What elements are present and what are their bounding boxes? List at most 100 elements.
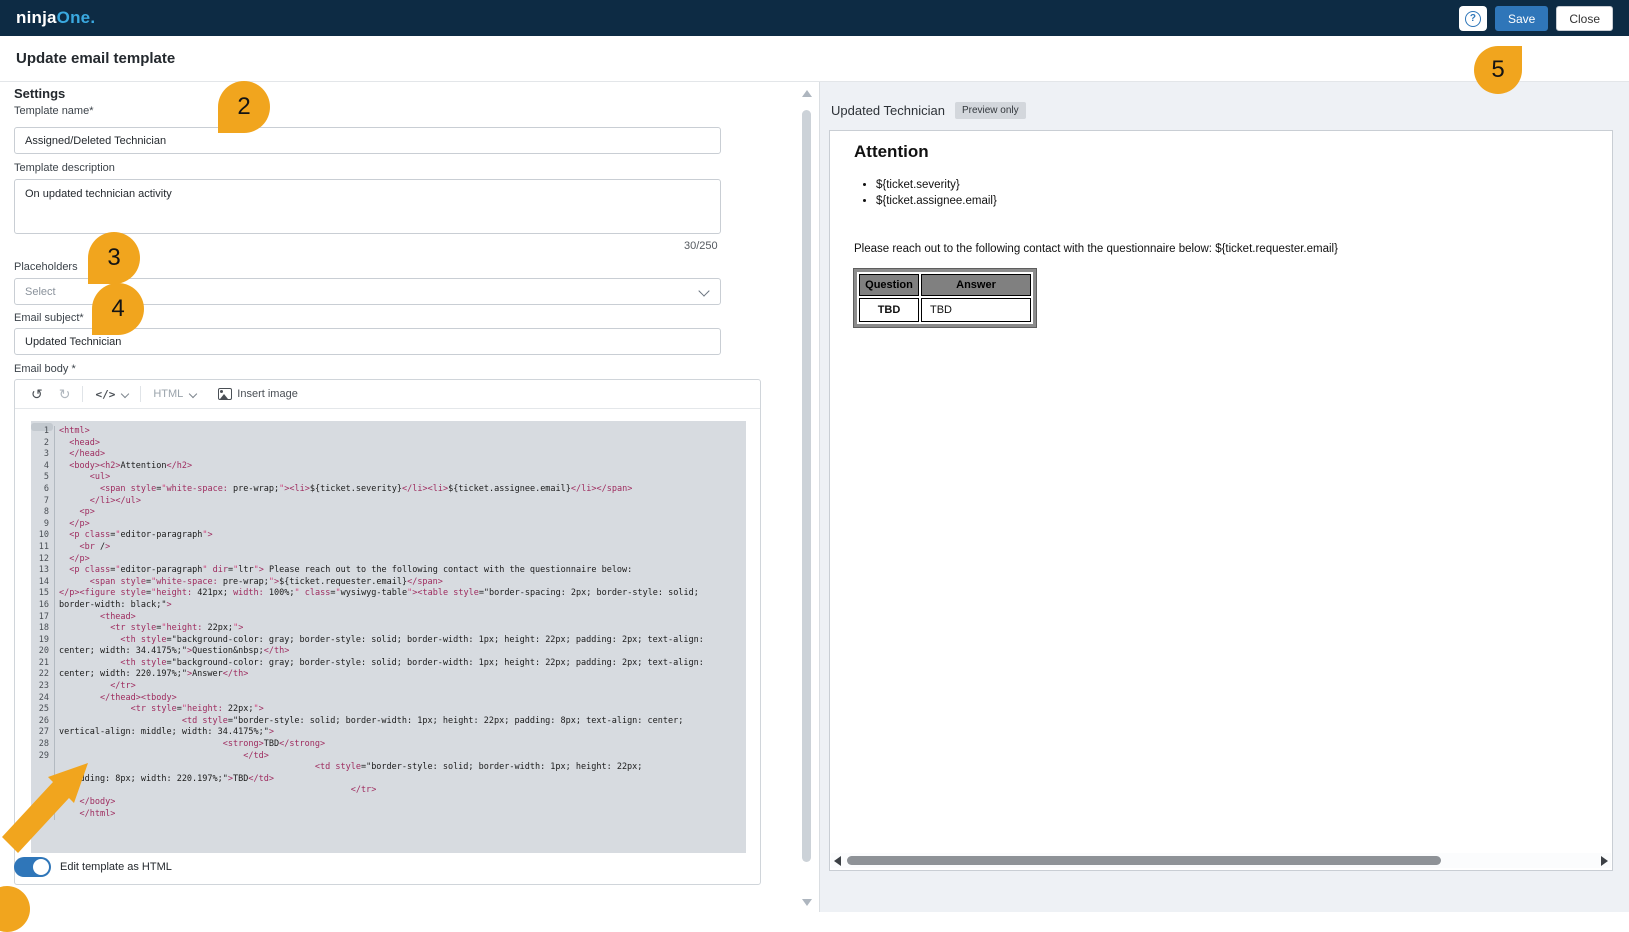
- insert-image-label: Insert image: [237, 388, 298, 400]
- code-line: 26 <td style="border-style: solid; borde…: [31, 716, 746, 728]
- preview-only-badge: Preview only: [955, 102, 1026, 119]
- code-line: 4 <body><h2>Attention</h2>: [31, 461, 746, 473]
- code-view-dropdown[interactable]: </>: [87, 388, 136, 401]
- code-line: 6 <span style="white-space: pre-wrap;"><…: [31, 484, 746, 496]
- code-line: 22center; width: 220.197%;">Answer</th>: [31, 669, 746, 681]
- callout-number: 3: [107, 244, 120, 272]
- toolbar-divider: [140, 386, 141, 402]
- email-body-label: Email body *: [14, 363, 76, 375]
- chevron-down-icon: [698, 285, 709, 296]
- template-name-input[interactable]: Assigned/Deleted Technician: [14, 127, 721, 154]
- preview-panel: Updated Technician Preview only Attentio…: [819, 82, 1629, 912]
- code-line: 24 </thead><tbody>: [31, 693, 746, 705]
- undo-icon: ↺: [31, 387, 43, 401]
- preview-header: Updated Technician Preview only: [831, 102, 1026, 119]
- undo-button[interactable]: ↺: [23, 387, 51, 401]
- email-subject-label: Email subject*: [14, 312, 84, 324]
- preview-bullet-item: ${ticket.assignee.email}: [876, 195, 997, 207]
- preview-bullet-list: ${ticket.severity} ${ticket.assignee.emai…: [876, 179, 997, 211]
- annotation-arrow-icon: [0, 745, 110, 875]
- redo-button[interactable]: ↻: [51, 387, 79, 401]
- template-description-textarea[interactable]: On updated technician activity: [14, 179, 721, 234]
- preview-title: Updated Technician: [831, 103, 945, 118]
- help-button[interactable]: ?: [1459, 6, 1487, 31]
- html-source-area[interactable]: 1<html>2 <head>3 </head>4 <body><h2>Atte…: [31, 421, 746, 853]
- horizontal-scrollbar-thumb[interactable]: [847, 856, 1441, 865]
- update-email-template-window: ninjaOne. ? Save Close Update email temp…: [0, 0, 1629, 912]
- callout-marker-5: 5: [1474, 46, 1522, 94]
- code-lines: 1<html>2 <head>3 </head>4 <body><h2>Atte…: [31, 426, 746, 820]
- page-title: Update email template: [16, 50, 175, 67]
- editor-toolbar: ↺ ↻ </> HTML Insert image: [15, 380, 760, 409]
- callout-marker-4: 4: [92, 283, 144, 335]
- template-name-value: Assigned/Deleted Technician: [25, 135, 166, 147]
- code-line: 19 <th style="background-color: gray; bo…: [31, 635, 746, 647]
- character-counter: 30/250: [684, 240, 718, 252]
- code-line: </body>: [31, 797, 746, 809]
- callout-marker-2: 2: [218, 81, 270, 133]
- code-line: 1<html>: [31, 426, 746, 438]
- code-line: 12 </p>: [31, 554, 746, 566]
- redo-icon: ↻: [59, 387, 71, 401]
- callout-marker-3: 3: [88, 232, 140, 284]
- answer-cell: TBD: [921, 298, 1031, 322]
- template-description-label: Template description: [14, 162, 115, 174]
- question-mark-icon: ?: [1465, 11, 1481, 27]
- email-body-editor: ↺ ↻ </> HTML Insert image 1<html>2 <head…: [14, 379, 761, 885]
- vertical-scrollbar-thumb[interactable]: [802, 110, 811, 862]
- template-name-label: Template name*: [14, 105, 94, 117]
- image-icon: [218, 388, 232, 400]
- save-button[interactable]: Save: [1495, 6, 1548, 31]
- code-line: </tr>: [31, 785, 746, 797]
- scroll-up-arrow-icon[interactable]: [802, 90, 812, 97]
- insert-image-button[interactable]: Insert image: [210, 388, 306, 400]
- preview-bullet-item: ${ticket.severity}: [876, 179, 997, 191]
- scroll-right-arrow-icon[interactable]: [1601, 856, 1608, 866]
- code-line: 27vertical-align: middle; width: 34.4175…: [31, 727, 746, 739]
- preview-horizontal-scrollbar[interactable]: [831, 853, 1611, 868]
- code-line: 29 </td>: [31, 751, 746, 763]
- chevron-down-icon: [189, 390, 197, 398]
- code-line: 25 <tr style="height: 22px;">: [31, 704, 746, 716]
- code-line: </html>: [31, 809, 746, 821]
- table-header-row: Question Answer: [859, 274, 1031, 296]
- code-line: 13 <p class="editor-paragraph" dir="ltr"…: [31, 565, 746, 577]
- answer-column-header: Answer: [921, 274, 1031, 296]
- email-subject-value: Updated Technician: [25, 336, 121, 348]
- close-button[interactable]: Close: [1556, 6, 1613, 31]
- code-line: 5 <ul>: [31, 472, 746, 484]
- scroll-down-arrow-icon[interactable]: [802, 899, 812, 906]
- page-header: Update email template: [0, 36, 1629, 82]
- code-line: 18 <tr style="height: 22px;">: [31, 623, 746, 635]
- code-line: 14 <span style="white-space: pre-wrap;">…: [31, 577, 746, 589]
- format-dropdown[interactable]: HTML: [145, 388, 204, 400]
- logo-text-one: One.: [57, 8, 96, 27]
- code-icon: </>: [95, 388, 115, 401]
- settings-vertical-scrollbar[interactable]: [799, 84, 813, 910]
- preview-attention-heading: Attention: [854, 142, 929, 162]
- code-line: 21 <th style="background-color: gray; bo…: [31, 658, 746, 670]
- code-line: 28 <strong>TBD</strong>: [31, 739, 746, 751]
- callout-number: 4: [111, 295, 124, 323]
- callout-number: 2: [237, 93, 250, 121]
- code-line: 17 <thead>: [31, 612, 746, 624]
- placeholders-label: Placeholders: [14, 261, 78, 273]
- code-line: 7 </li></ul>: [31, 496, 746, 508]
- code-line: <td style="border-style: solid; border-w…: [31, 762, 746, 774]
- table-row: TBD TBD: [859, 298, 1031, 322]
- code-line: 2 <head>: [31, 438, 746, 450]
- code-line: 20center; width: 34.4175%;">Question&nbs…: [31, 646, 746, 658]
- question-column-header: Question: [859, 274, 919, 296]
- scroll-left-arrow-icon[interactable]: [834, 856, 841, 866]
- logo-text-ninja: ninja: [16, 8, 57, 27]
- code-line: 3 </head>: [31, 449, 746, 461]
- top-bar: ninjaOne. ? Save Close: [0, 0, 1629, 36]
- topbar-actions: ? Save Close: [1459, 6, 1613, 31]
- code-line: 8 <p>: [31, 507, 746, 519]
- ninjaone-logo: ninjaOne.: [16, 8, 95, 28]
- code-line: 11 <br />: [31, 542, 746, 554]
- code-line: 15</p><figure style="height: 421px; widt…: [31, 588, 746, 600]
- settings-heading: Settings: [14, 86, 65, 101]
- question-cell: TBD: [859, 298, 919, 322]
- chevron-down-icon: [121, 390, 129, 398]
